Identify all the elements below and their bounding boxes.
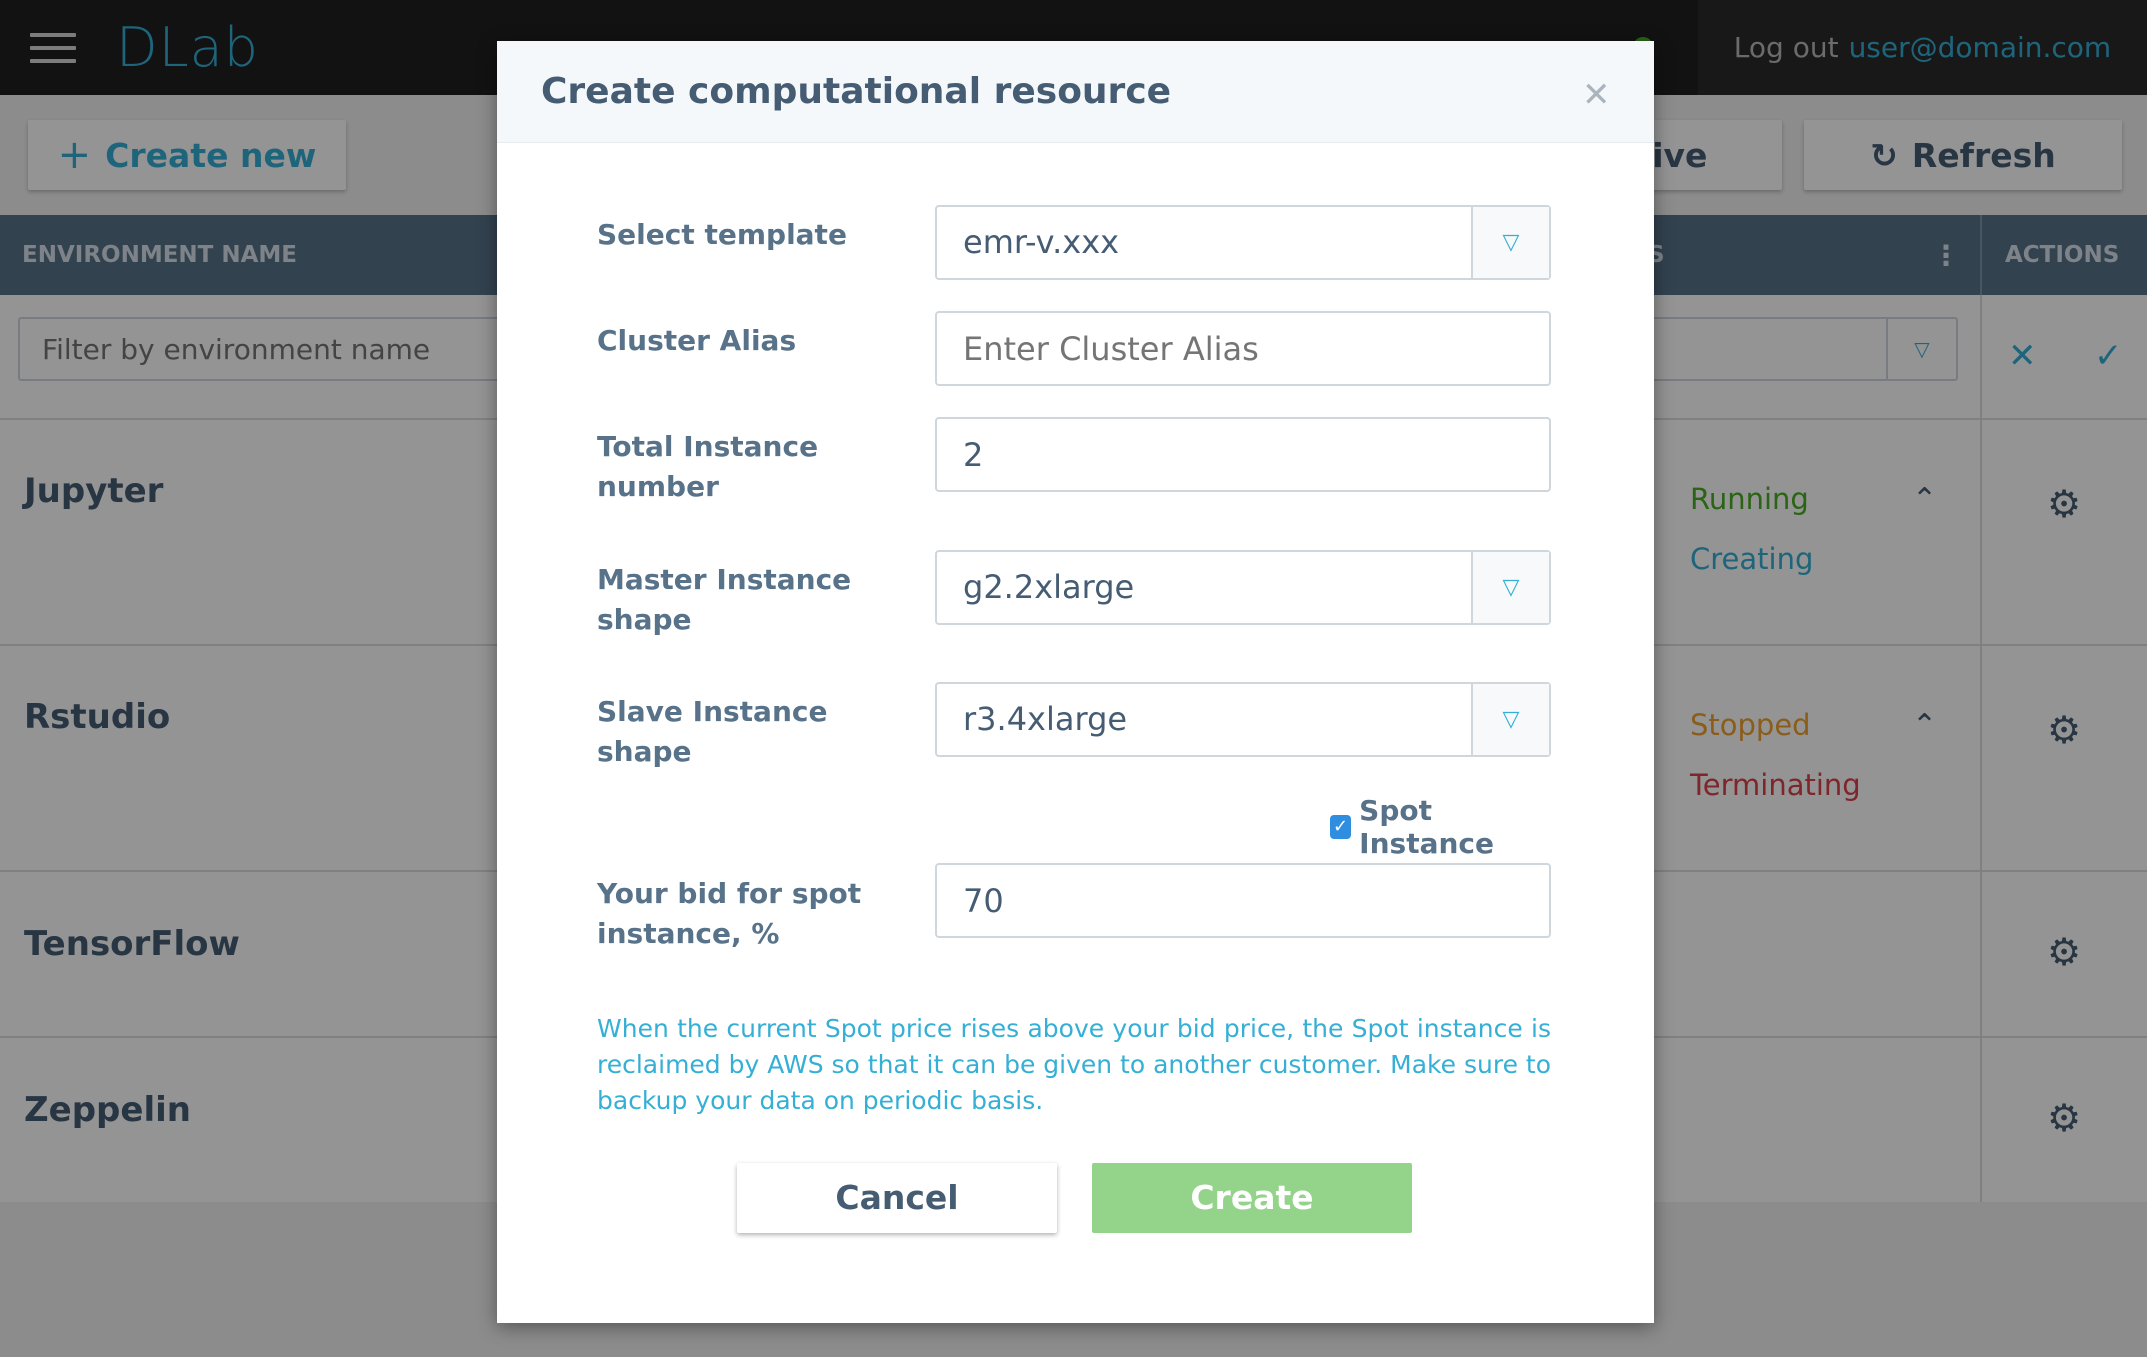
chevron-down-icon[interactable]: ▽: [1471, 207, 1549, 278]
chevron-down-icon[interactable]: ▽: [1471, 552, 1549, 623]
dialog-title: Create computational resource: [541, 71, 1172, 112]
cluster-alias-input[interactable]: [935, 311, 1551, 386]
slave-shape-value: r3.4xlarge: [963, 700, 1128, 738]
master-shape-value: g2.2xlarge: [963, 568, 1135, 606]
cluster-alias-label: Cluster Alias: [597, 324, 797, 357]
spot-price-notice: When the current Spot price rises above …: [597, 1014, 1551, 1115]
create-button[interactable]: Create: [1092, 1163, 1412, 1233]
master-shape-label: Master Instance shape: [597, 563, 852, 636]
slave-shape-label: Slave Instance shape: [597, 695, 828, 768]
checkbox-checked-icon[interactable]: ✓: [1330, 815, 1352, 839]
template-value: emr-v.xxx: [963, 223, 1120, 261]
slave-shape-select[interactable]: r3.4xlarge ▽: [935, 682, 1551, 757]
bid-label: Your bid for spot instance, %: [597, 877, 862, 950]
master-shape-select[interactable]: g2.2xlarge ▽: [935, 550, 1551, 625]
dialog-header: Create computational resource ✕: [497, 41, 1654, 143]
chevron-down-icon[interactable]: ▽: [1471, 684, 1549, 755]
template-select[interactable]: emr-v.xxx ▽: [935, 205, 1551, 280]
total-instance-label: Total Instance number: [597, 430, 819, 503]
total-instance-input[interactable]: [935, 417, 1551, 492]
spot-instance-label: Spot Instance: [1359, 794, 1494, 860]
spot-instance-checkbox[interactable]: ✓ Spot Instance: [1330, 794, 1551, 860]
template-label: Select template: [597, 218, 847, 251]
close-icon[interactable]: ✕: [1582, 75, 1611, 115]
create-resource-dialog: Create computational resource ✕ Select t…: [497, 41, 1654, 1323]
bid-input[interactable]: [935, 863, 1551, 938]
cancel-button[interactable]: Cancel: [737, 1163, 1057, 1233]
